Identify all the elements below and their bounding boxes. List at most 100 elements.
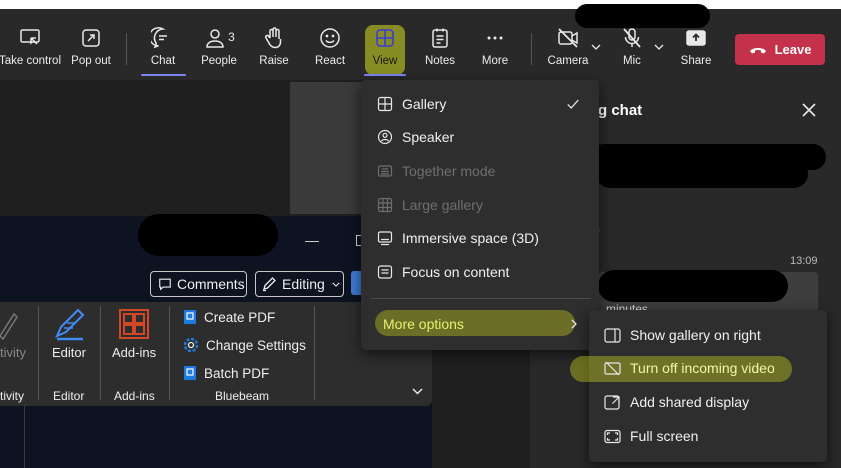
camera-button[interactable]: Camera — [546, 26, 590, 76]
minimize-icon[interactable]: — — [305, 232, 319, 248]
activity-group-label: tivity — [0, 389, 24, 403]
menu-item-focus-content[interactable]: Focus on content — [361, 257, 599, 287]
mic-label: Mic — [623, 55, 641, 67]
bluebeam-pdf-icon — [184, 310, 196, 324]
notes-label: Notes — [424, 55, 456, 67]
notes-icon — [432, 28, 448, 48]
menu-item-more-options[interactable]: More options — [361, 309, 599, 339]
pop-out-icon — [82, 29, 100, 47]
raise-label: Raise — [259, 55, 289, 67]
menu-item-large-gallery: Large gallery — [361, 190, 599, 220]
leave-button[interactable]: Leave — [735, 34, 825, 65]
chat-button[interactable]: Chat — [140, 26, 186, 76]
toolbar-divider — [531, 33, 532, 65]
change-settings-label: Change Settings — [206, 337, 306, 353]
take-control-label: Take control — [0, 55, 62, 67]
chat-panel-title: g chat — [598, 102, 643, 119]
share-button[interactable]: Share — [676, 26, 716, 76]
settings-gear-icon — [183, 337, 199, 353]
close-icon[interactable] — [800, 101, 818, 119]
editor-group-label: Editor — [53, 389, 85, 403]
chat-icon — [151, 27, 167, 49]
gallery-icon — [377, 96, 393, 112]
share-icon — [686, 30, 706, 46]
full-screen-icon — [604, 429, 621, 443]
mic-button[interactable]: Mic — [613, 26, 651, 76]
more-button[interactable]: More — [475, 26, 515, 76]
menu-item-add-shared-display[interactable]: Add shared display — [589, 387, 827, 417]
share-label: Share — [680, 55, 712, 67]
redaction — [598, 270, 788, 302]
pop-out-button[interactable]: Pop out — [68, 26, 114, 76]
ribbon-divider — [100, 306, 101, 400]
menu-item-full-screen[interactable]: Full screen — [589, 421, 827, 451]
activity-button-label[interactable]: tivity — [0, 345, 26, 360]
editing-mode-button[interactable]: Editing — [255, 271, 344, 297]
comments-button[interactable]: Comments — [150, 271, 247, 297]
menu-item-immersive-space[interactable]: Immersive space (3D) — [361, 223, 599, 253]
batch-pdf-icon — [184, 366, 196, 380]
menu-item-gallery[interactable]: Gallery — [361, 89, 599, 119]
ribbon-expand-chevron-icon[interactable] — [412, 388, 423, 395]
add-ins-button-label[interactable]: Add-ins — [112, 345, 156, 360]
comment-icon — [159, 278, 171, 291]
video-tile — [290, 82, 362, 214]
chevron-right-icon — [571, 319, 577, 329]
camera-off-icon — [558, 28, 578, 48]
menu-item-turn-off-incoming-video[interactable]: Turn off incoming video — [589, 353, 827, 383]
shared-display-icon — [604, 394, 620, 410]
emoji-icon — [320, 28, 340, 48]
editor-button-label[interactable]: Editor — [52, 345, 86, 360]
raise-hand-button[interactable]: Raise — [254, 26, 294, 76]
ribbon-divider — [169, 306, 170, 400]
take-control-button[interactable]: Take control — [0, 26, 62, 76]
hang-up-icon — [749, 47, 766, 53]
mic-options-chevron-icon[interactable] — [654, 44, 664, 50]
together-mode-icon — [377, 165, 393, 177]
batch-pdf-button[interactable]: Batch PDF — [183, 363, 269, 383]
menu-item-label: Immersive space (3D) — [402, 230, 539, 246]
raise-hand-icon — [265, 27, 282, 49]
add-ins-group-label: Add-ins — [114, 389, 155, 403]
menu-item-show-gallery-right[interactable]: Show gallery on right — [589, 320, 827, 350]
react-button[interactable]: React — [310, 26, 350, 76]
camera-options-chevron-icon[interactable] — [591, 44, 601, 50]
create-pdf-button[interactable]: Create PDF — [183, 307, 275, 327]
speaker-icon — [377, 129, 393, 145]
menu-divider — [371, 298, 591, 299]
mic-off-icon — [623, 28, 641, 48]
batch-pdf-label: Batch PDF — [204, 365, 270, 381]
chat-label: Chat — [150, 55, 176, 67]
menu-item-label: Focus on content — [402, 264, 510, 280]
editing-label: Editing — [282, 276, 325, 292]
people-icon — [206, 29, 224, 48]
document-margin-line — [24, 406, 25, 468]
view-active-underline — [364, 74, 406, 76]
menu-item-speaker[interactable]: Speaker — [361, 122, 599, 152]
bluebeam-group-label: Bluebeam — [215, 389, 270, 403]
checkmark-icon — [567, 99, 579, 109]
editor-icon[interactable] — [52, 306, 88, 342]
menu-item-label: Large gallery — [402, 197, 483, 213]
view-button[interactable]: View — [364, 26, 406, 76]
redaction — [138, 214, 278, 256]
redaction — [575, 4, 710, 28]
menu-item-label: Turn off incoming video — [630, 360, 775, 376]
change-settings-button[interactable]: Change Settings — [183, 335, 306, 355]
add-ins-icon[interactable] — [118, 308, 150, 340]
ribbon-divider — [38, 306, 39, 400]
people-count: 3 — [228, 30, 235, 44]
pencil-icon — [263, 277, 276, 292]
immersive-space-icon — [377, 231, 393, 246]
focus-content-icon — [377, 265, 393, 279]
notes-button[interactable]: Notes — [420, 26, 460, 76]
more-dots-icon — [487, 36, 503, 40]
large-gallery-icon — [377, 197, 393, 213]
comments-label: Comments — [177, 276, 245, 292]
react-label: React — [314, 55, 346, 67]
chat-active-underline — [141, 74, 186, 76]
menu-item-label: More options — [383, 316, 464, 332]
view-label: View — [372, 55, 398, 67]
video-off-icon — [604, 361, 621, 375]
people-button[interactable]: 3 People — [194, 26, 244, 76]
